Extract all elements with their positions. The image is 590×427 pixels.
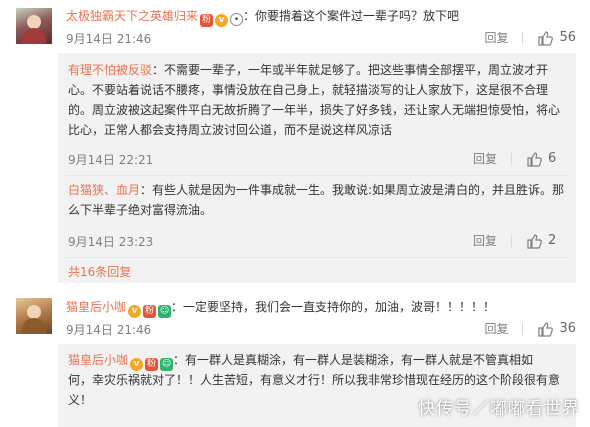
- avatar-body: [22, 28, 46, 44]
- action-divider: [522, 322, 524, 335]
- like-count: 6: [548, 151, 557, 166]
- sub-reply-time: 9月14日 23:23: [68, 235, 154, 249]
- sub-reply-line: 何，幸灾乐祸就对了！！人生苦短，有意义才行！所以我非常珍惜现在经历的这个阶段很有…: [68, 373, 561, 387]
- comment-time: 9月14日 21:46: [66, 323, 152, 337]
- comment-username[interactable]: 太极独霸天下之英雄归来: [66, 9, 198, 23]
- comment-actions: 回复 36: [484, 320, 576, 337]
- comment-line: 猫皇后小咖 v 粉 ☺ ：一定要坚持，我们会一直支持你的，加油，波哥！！！！！: [66, 297, 495, 318]
- sub-reply-line: 心。不要站着说话不腰疼，事情没放在自己身上，就轻描淡写的让人家放下，这是很不合理: [68, 83, 549, 97]
- sub-reply-text: ：有一群人是真糊涂，有一群人是装糊涂，有一群人就是不管真相如: [173, 353, 534, 367]
- verified-v-icon: v: [128, 305, 142, 318]
- sub-reply-actions: 回复 6: [473, 150, 562, 167]
- sub-reply-text: ：不需要一辈子，一年或半年就足够了。把这些事情全部摆平，周立波才开: [152, 63, 549, 77]
- comment-line: 太极独霸天下之英雄归来粉 v • ：你要揹着这个案件过一辈子吗？放下吧: [66, 6, 459, 27]
- thumbs-up-icon[interactable]: [537, 321, 554, 337]
- comment-text: ：你要揹着这个案件过一辈子吗？放下吧: [243, 9, 460, 23]
- member-badge-icon: ☺: [158, 305, 172, 318]
- watermark: 快传号／嘟嘟看世界: [418, 399, 580, 419]
- sub-reply-line: 白猫狭、血月：有些人就是因为一件事成就一生。我敢说:如果周立波是清白的，并且胜诉…: [68, 180, 564, 200]
- sub-reply-line: 猫皇后小咖 v 粉 ☺ ：有一群人是真糊涂，有一群人是装糊涂，有一群人就是不管真相如: [68, 350, 533, 371]
- comment-time: 9月14日 21:46: [66, 32, 152, 46]
- avatar-face: [27, 15, 41, 29]
- like-count: 56: [559, 30, 576, 45]
- sub-reply-username[interactable]: 有理不怕被反驳: [68, 63, 152, 77]
- reply-button[interactable]: 回复: [473, 232, 497, 249]
- like-count: 2: [548, 233, 557, 248]
- avatar[interactable]: [16, 8, 52, 44]
- sub-reply-username[interactable]: 猫皇后小咖: [68, 353, 128, 367]
- sub-reply-line: 么下半辈子绝对富得流油。: [68, 203, 213, 217]
- sub-reply-time: 9月14日 22:21: [68, 153, 154, 167]
- sub-reply-divider: [66, 257, 568, 258]
- action-divider: [511, 234, 512, 247]
- sub-replies-box: 有理不怕被反驳：不需要一辈子，一年或半年就足够了。把这些事情全部摆平，周立波才开…: [58, 53, 576, 283]
- reply-button[interactable]: 回复: [473, 150, 497, 167]
- verified-v-icon: v: [215, 14, 229, 27]
- panda-emoji-icon: •: [230, 13, 244, 26]
- sub-reply-line: 有理不怕被反驳：不需要一辈子，一年或半年就足够了。把这些事情全部摆平，周立波才开: [68, 60, 548, 80]
- more-replies-link[interactable]: 共16条回复: [68, 263, 131, 280]
- comment-text: ：一定要坚持，我们会一直支持你的，加油，波哥！！！！！: [171, 300, 496, 314]
- thumbs-up-icon[interactable]: [526, 151, 542, 167]
- reply-button[interactable]: 回复: [484, 320, 508, 337]
- comment-username[interactable]: 猫皇后小咖: [66, 300, 126, 314]
- comment-item: 太极独霸天下之英雄归来粉 v • ：你要揹着这个案件过一辈子吗？放下吧 9月14日 2…: [0, 0, 590, 290]
- avatar[interactable]: [16, 298, 52, 334]
- comment-actions: 回复 56: [484, 29, 576, 46]
- sub-reply-username[interactable]: 白猫狭、血月: [68, 183, 140, 197]
- like-count: 36: [559, 321, 576, 336]
- sub-reply-line: 的。周立波被这起案件平白无故折腾了一年半，损失了好多钱，还让家人无端担惊受怕，将…: [68, 103, 561, 117]
- fan-badge-icon: 粉: [143, 305, 157, 318]
- fan-badge-icon: 粉: [200, 14, 214, 27]
- thumbs-up-icon[interactable]: [537, 30, 554, 46]
- reply-button[interactable]: 回复: [484, 29, 508, 46]
- sub-reply: 有理不怕被反驳：不需要一辈子，一年或半年就足够了。把这些事情全部摆平，周立波才开…: [58, 53, 576, 173]
- avatar-face: [27, 305, 41, 319]
- action-divider: [522, 31, 524, 44]
- sub-reply-actions: 回复 2: [473, 232, 562, 249]
- sub-reply-line: 比心，正常人都会支持周立波讨回公道，而不是说这样风凉话: [68, 123, 393, 137]
- action-divider: [511, 152, 512, 165]
- thumbs-up-icon[interactable]: [526, 233, 542, 249]
- sub-reply-text: ：有些人就是因为一件事成就一生。我敢说:如果周立波是清白的，并且胜诉。那: [140, 183, 565, 197]
- sub-reply: 白猫狭、血月：有些人就是因为一件事成就一生。我敢说:如果周立波是清白的，并且胜诉…: [58, 176, 576, 256]
- sub-reply-line: 义！: [68, 393, 93, 407]
- avatar-body: [22, 318, 46, 334]
